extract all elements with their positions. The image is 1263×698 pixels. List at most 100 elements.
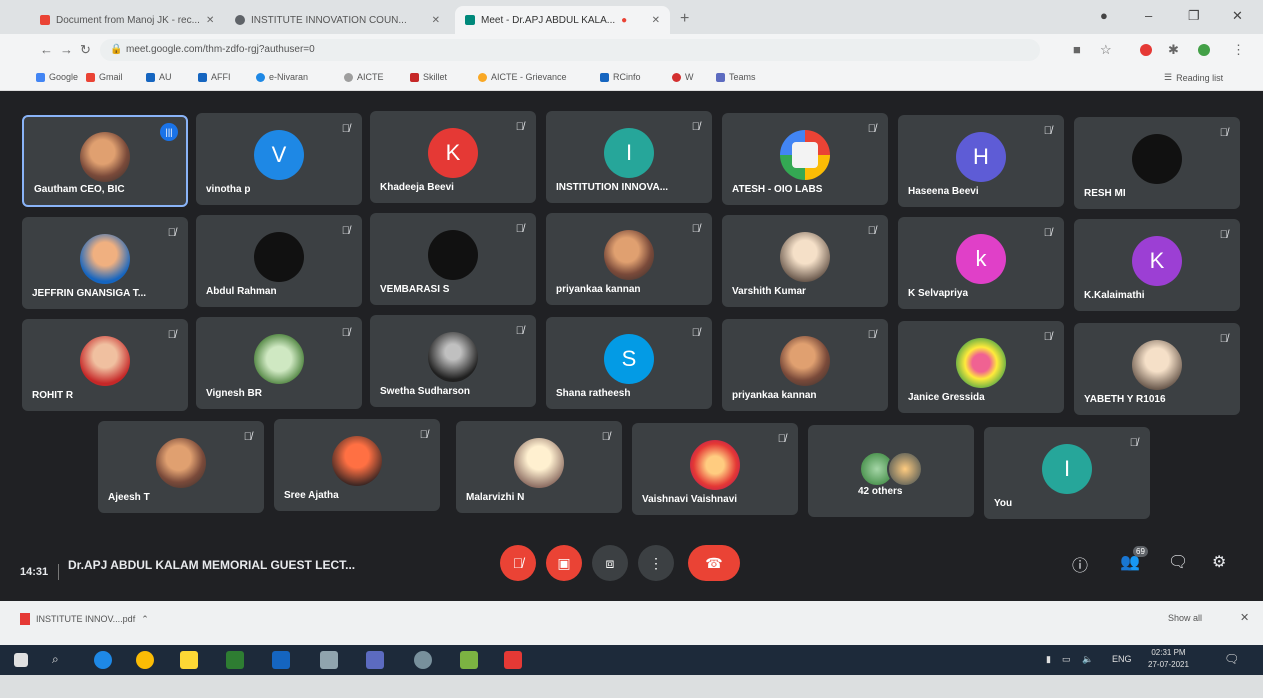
self-tile[interactable]: I 🎙̸ You <box>984 427 1150 519</box>
camera-icon[interactable]: ■ <box>1073 42 1081 57</box>
bookmark-aicte[interactable]: AICTE <box>344 72 384 82</box>
participant-tile[interactable]: 🎙̸ ATESH - OIO LABS <box>722 113 888 205</box>
microphone-toggle-button[interactable]: 🎙̸ <box>500 545 536 581</box>
browser-tab-1[interactable]: Document from Manoj JK - rec... ✕ <box>30 6 220 34</box>
profile-avatar[interactable] <box>1198 44 1210 56</box>
more-options-button[interactable]: ⋮ <box>638 545 674 581</box>
bookmark-rcinfo[interactable]: RCinfo <box>600 72 641 82</box>
extensions-puzzle-icon[interactable]: ✱ <box>1168 42 1179 58</box>
bookmark-gmail[interactable]: Gmail <box>86 72 123 82</box>
participant-tile[interactable]: 🎙̸ Vignesh BR <box>196 317 362 409</box>
language-indicator[interactable]: ENG <box>1112 654 1132 664</box>
taskbar-clock[interactable]: 02:31 PM 27-07-2021 <box>1148 647 1189 671</box>
participant-tile[interactable]: I 🎙̸ INSTITUTION INNOVA... <box>546 111 712 203</box>
meeting-details-info-icon[interactable]: ⓘ <box>1072 552 1088 576</box>
participant-tile[interactable]: 🎙̸ Abdul Rahman <box>196 215 362 307</box>
participant-tile[interactable]: k 🎙̸ K Selvapriya <box>898 217 1064 309</box>
forward-arrow-icon[interactable]: → <box>60 42 73 57</box>
leave-call-button[interactable]: ☎ <box>688 545 740 581</box>
paint-icon[interactable] <box>414 651 432 669</box>
people-app-icon[interactable] <box>460 651 478 669</box>
present-screen-button[interactable]: ⧈ <box>592 545 628 581</box>
windows-start-icon[interactable] <box>14 653 28 667</box>
url-text: meet.google.com/thm-zdfo-rgj?authuser=0 <box>126 44 315 55</box>
bookmark-w[interactable]: W <box>672 72 694 82</box>
participant-tile[interactable]: 🎙̸ Malarvizhi N <box>456 421 622 513</box>
close-tab-icon[interactable]: ✕ <box>432 15 440 26</box>
people-button[interactable]: 👥 69 <box>1120 546 1148 572</box>
participant-tile[interactable]: 🎙̸ Varshith Kumar <box>722 215 888 307</box>
network-icon[interactable]: ▮ <box>1046 654 1051 665</box>
activities-icon[interactable]: ⚙ <box>1212 552 1226 572</box>
camera-toggle-button[interactable]: ▣ <box>546 545 582 581</box>
participant-tile[interactable]: 🎙̸ priyankaa kannan <box>722 319 888 411</box>
address-bar[interactable]: 🔒 meet.google.com/thm-zdfo-rgj?authuser=… <box>100 39 1040 61</box>
camera-off-icon: ▣ <box>557 554 571 571</box>
show-all-downloads-link[interactable]: Show all <box>1168 613 1202 623</box>
battery-icon[interactable]: ▭ <box>1062 654 1071 665</box>
participant-tile[interactable]: 🎙̸ Vaishnavi Vaishnavi <box>632 423 798 515</box>
opera-extension-icon[interactable] <box>1140 44 1152 56</box>
participant-tile[interactable]: 🎙̸ Sree Ajatha <box>274 419 440 511</box>
meet-favicon-icon <box>465 15 475 25</box>
others-tile[interactable]: 42 others <box>808 425 974 517</box>
downloaded-file[interactable]: INSTITUTE INNOV....pdf ⌃ <box>20 613 149 625</box>
bookmark-affi[interactable]: AFFI <box>198 72 231 82</box>
participant-tile[interactable]: H 🎙̸ Haseena Beevi <box>898 115 1064 207</box>
word-icon[interactable] <box>272 651 290 669</box>
bookmark-star-icon[interactable]: ☆ <box>1100 42 1112 58</box>
more-vertical-icon: ⋮ <box>649 554 663 571</box>
notifications-icon[interactable]: 🗨 <box>1224 652 1239 666</box>
participant-name: Sree Ajatha <box>284 490 339 501</box>
volume-icon[interactable]: 🔈 <box>1082 654 1093 665</box>
edge-icon[interactable] <box>94 651 112 669</box>
maximize-icon[interactable]: ❐ <box>1188 8 1200 24</box>
back-arrow-icon[interactable]: ← <box>40 42 53 57</box>
mic-muted-icon: 🎙̸ <box>1219 127 1228 139</box>
pdf-reader-icon[interactable] <box>504 651 522 669</box>
calculator-icon[interactable] <box>366 651 384 669</box>
browser-menu-icon[interactable]: ⋮ <box>1232 42 1245 58</box>
participant-tile[interactable]: 🎙̸ Ajeesh T <box>98 421 264 513</box>
chevron-up-icon[interactable]: ⌃ <box>141 614 149 625</box>
bookmark-skillet[interactable]: Skillet <box>410 72 447 82</box>
participant-tile[interactable]: K 🎙̸ Khadeeja Beevi <box>370 111 536 203</box>
excel-icon[interactable] <box>226 651 244 669</box>
close-tab-icon[interactable]: ✕ <box>206 15 214 26</box>
participant-tile[interactable]: 🎙̸ JEFFRIN GNANSIGA T... <box>22 217 188 309</box>
participant-tile[interactable]: S 🎙̸ Shana ratheesh <box>546 317 712 409</box>
chat-icon[interactable]: 🗨 <box>1168 552 1188 572</box>
participant-tile[interactable]: 🎙̸ priyankaa kannan <box>546 213 712 305</box>
chrome-icon[interactable] <box>136 651 154 669</box>
participant-tile[interactable]: 🎙̸ VEMBARASI S <box>370 213 536 305</box>
bookmark-e-nivaran[interactable]: e-Nivaran <box>256 72 308 82</box>
participant-tile[interactable]: K 🎙̸ K.Kalaimathi <box>1074 219 1240 311</box>
participant-tile[interactable]: V 🎙̸ vinotha p <box>196 113 362 205</box>
close-shelf-icon[interactable]: ✕ <box>1240 611 1249 624</box>
participant-tile[interactable]: 🎙̸ Swetha Sudharson <box>370 315 536 407</box>
file-explorer-icon[interactable] <box>180 651 198 669</box>
participant-tile[interactable]: 🎙̸ ROHIT R <box>22 319 188 411</box>
browser-tab-3[interactable]: Meet - Dr.APJ ABDUL KALA... ● ✕ <box>455 6 670 34</box>
browser-tab-2[interactable]: INSTITUTE INNOVATION COUN... ✕ <box>225 6 450 34</box>
notes-icon[interactable] <box>320 651 338 669</box>
participant-tile[interactable]: ||| Gautham CEO, BIC <box>22 115 188 207</box>
bookmark-aicte-grievance[interactable]: AICTE - Grievance <box>478 72 567 82</box>
bookmark-google[interactable]: Google <box>36 72 78 82</box>
participant-avatar <box>80 234 130 285</box>
reload-icon[interactable]: ↻ <box>80 42 91 58</box>
participant-tile[interactable]: 🎙̸ RESH MI <box>1074 117 1240 209</box>
participant-tile[interactable]: 🎙̸ YABETH Y R1016 <box>1074 323 1240 415</box>
new-tab-icon[interactable]: + <box>680 10 689 28</box>
participant-tile[interactable]: 🎙̸ Janice Gressida <box>898 321 1064 413</box>
reading-list[interactable]: ☰ Reading list <box>1164 72 1223 83</box>
close-tab-icon[interactable]: ✕ <box>652 15 660 26</box>
bookmark-teams[interactable]: Teams <box>716 72 756 82</box>
participant-name: K Selvapriya <box>908 288 969 299</box>
bookmark-au[interactable]: AU <box>146 72 172 82</box>
mic-muted-icon: 🎙̸ <box>167 227 176 239</box>
tab-search-icon[interactable]: ● <box>1100 8 1108 23</box>
minimize-icon[interactable]: – <box>1145 8 1152 23</box>
search-icon[interactable]: ⌕ <box>52 652 59 667</box>
close-window-icon[interactable]: ✕ <box>1232 8 1243 24</box>
